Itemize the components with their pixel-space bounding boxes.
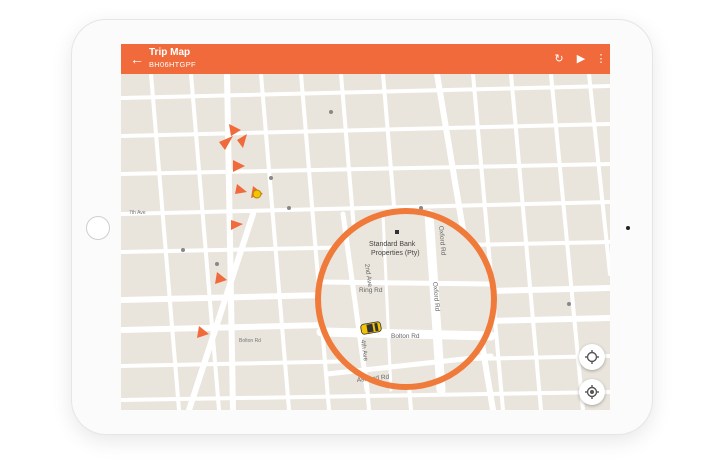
back-button[interactable]: ← (127, 49, 147, 69)
map[interactable]: Bolton Rd 7th Ave Standard Bank Properti… (121, 74, 610, 410)
gps-fixed-icon (585, 385, 599, 399)
tablet-home-button (86, 216, 110, 240)
place-name: Standard Bank (369, 241, 416, 248)
street-bolton: Bolton Rd (391, 333, 420, 340)
refresh-button[interactable]: ↻ (551, 51, 567, 67)
refresh-icon: ↻ (554, 53, 564, 65)
play-icon: ▶ (576, 53, 586, 65)
my-location-icon (585, 350, 599, 364)
place-marker (395, 230, 399, 234)
more-vert-icon: ⋮ (595, 53, 607, 65)
arrow-left-icon: ← (130, 51, 144, 67)
play-button[interactable]: ▶ (573, 51, 589, 67)
magnifier-lens: Standard Bank Properties (Pty) Oxford Rd… (315, 208, 497, 395)
map-label-bolton: Bolton Rd (239, 338, 261, 344)
tablet-camera (626, 226, 630, 230)
street-ring: Ring Rd (359, 287, 383, 294)
place-name-line2: Properties (Pty) (371, 250, 420, 257)
more-button[interactable]: ⋮ (593, 51, 609, 67)
vehicle-id: BH06HTGPF (149, 60, 196, 69)
page-title: Trip Map (149, 47, 191, 58)
app-screen: Bolton Rd 7th Ave Standard Bank Properti… (121, 44, 610, 410)
map-label-seventh: 7th Ave (129, 210, 146, 216)
app-bar: ← Trip Map BH06HTGPF ↻ ▶ ⋮ (121, 44, 610, 74)
center-map-button[interactable] (579, 379, 605, 405)
my-location-button[interactable] (579, 344, 605, 370)
route-start-marker[interactable] (252, 189, 262, 199)
